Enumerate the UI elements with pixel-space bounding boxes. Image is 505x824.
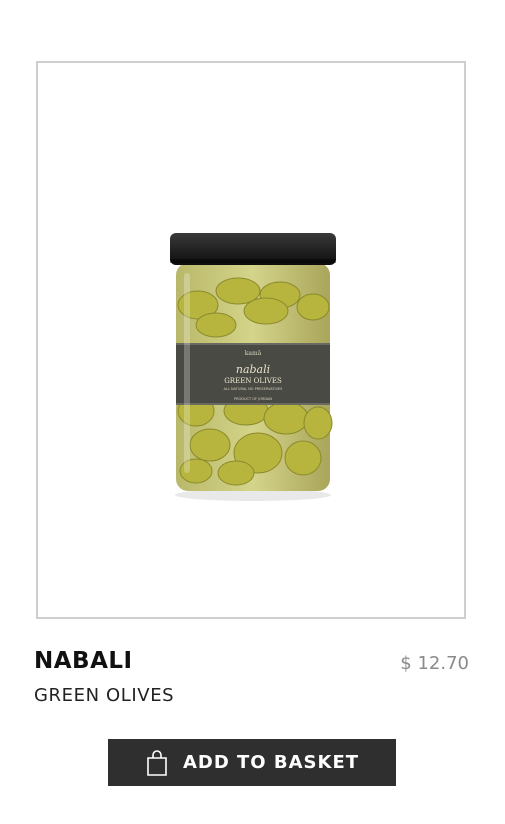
jar-label-origin: PRODUCT OF JORDAN <box>234 397 272 401</box>
add-to-basket-button[interactable]: ADD TO BASKET <box>108 739 396 786</box>
product-name[interactable]: NABALI <box>34 648 133 674</box>
jar-label-script: nabali <box>236 363 270 376</box>
product-image-frame[interactable]: kamā nabali GREEN OLIVES ALL NATURAL NO … <box>36 61 466 619</box>
add-to-basket-label: ADD TO BASKET <box>182 752 360 773</box>
olive-jar-image: kamā nabali GREEN OLIVES ALL NATURAL NO … <box>170 233 336 501</box>
product-subtitle: GREEN OLIVES <box>34 685 175 706</box>
product-price: $ 12.70 <box>400 653 469 674</box>
shopping-bag-icon <box>147 749 167 776</box>
jar-label-title: GREEN OLIVES <box>224 377 282 385</box>
jar-label-line: ALL NATURAL NO PRESERVATIVES <box>224 387 284 391</box>
jar-label-brand: kamā <box>245 350 262 357</box>
